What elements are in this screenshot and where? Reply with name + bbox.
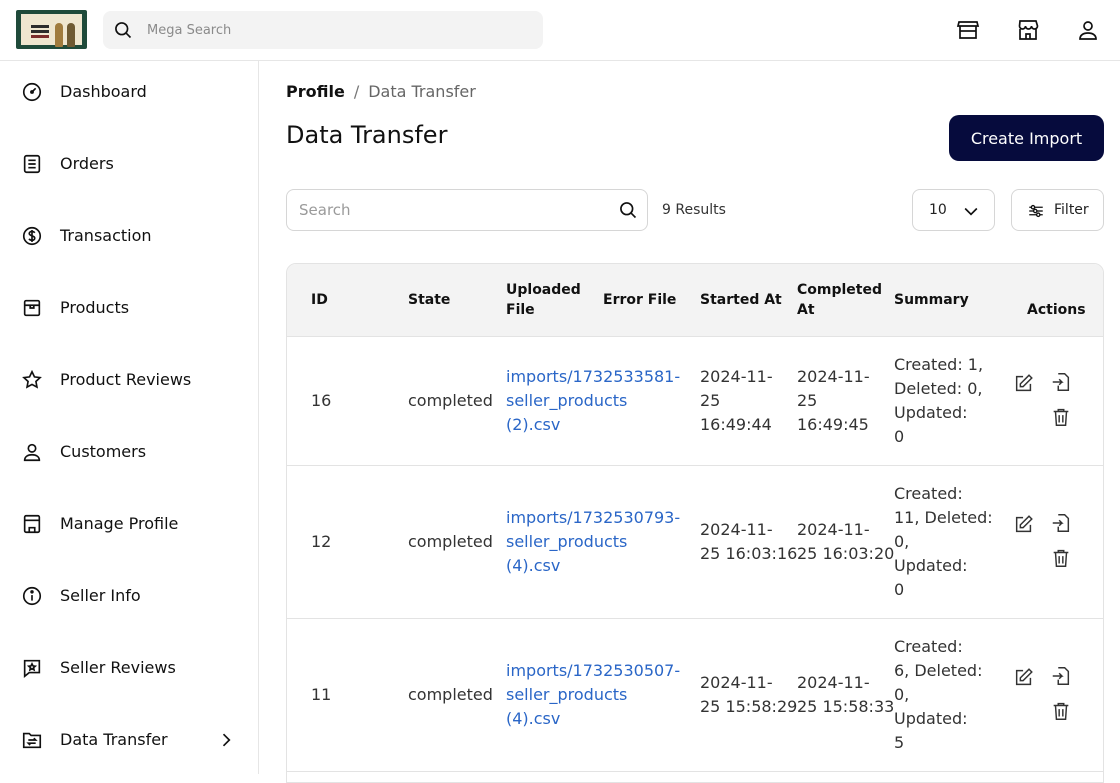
cell-id: 11 bbox=[311, 685, 332, 704]
filter-button[interactable]: Filter bbox=[1011, 189, 1104, 231]
uploaded-file-link[interactable]: imports/1732530793- seller_products (4).cs… bbox=[506, 506, 680, 578]
cell-started-at: 2024-11- 25 15:58:29 bbox=[700, 673, 798, 716]
breadcrumb-profile-link[interactable]: Profile bbox=[286, 82, 345, 101]
sidebar-item-product-reviews[interactable]: Product Reviews bbox=[0, 357, 258, 405]
sidebar-item-dashboard[interactable]: Dashboard bbox=[0, 69, 258, 117]
logo-banner bbox=[21, 14, 82, 47]
import-file-icon[interactable] bbox=[1050, 371, 1072, 393]
cell-id: 16 bbox=[311, 391, 332, 410]
column-header-uploaded-file: Uploaded File bbox=[506, 282, 581, 318]
table-row: 12 completed imports/1732530793- seller_p… bbox=[287, 466, 1103, 619]
sidebar-item-label: Seller Info bbox=[60, 586, 141, 605]
sidebar-item-label: Dashboard bbox=[60, 82, 147, 101]
breadcrumb-separator: / bbox=[353, 82, 360, 101]
store-logo[interactable] bbox=[16, 10, 87, 49]
user-icon bbox=[23, 443, 41, 462]
table-search[interactable] bbox=[286, 189, 648, 231]
chevron-down-icon bbox=[964, 207, 978, 216]
chevron-right-icon[interactable] bbox=[216, 730, 236, 750]
create-import-button[interactable]: Create Import bbox=[949, 115, 1104, 161]
trash-icon[interactable] bbox=[1050, 700, 1072, 722]
document-icon bbox=[23, 154, 41, 174]
cell-summary: Created: 1, Deleted: 0, Updated: 0 bbox=[894, 355, 984, 446]
uploaded-file-link[interactable]: imports/1732533581- seller_products (2).cs… bbox=[506, 365, 680, 437]
column-header-completed-at: Completed At bbox=[797, 282, 883, 318]
trash-icon[interactable] bbox=[1050, 547, 1072, 569]
sidebar-item-label: Customers bbox=[60, 442, 147, 461]
cell-state: completed bbox=[408, 685, 493, 704]
top-bar bbox=[0, 0, 1120, 61]
sidebar-item-products[interactable]: Products bbox=[0, 285, 258, 333]
import-file-icon[interactable] bbox=[1050, 665, 1072, 687]
cell-completed-at: 2024-11- 25 16:03:20 bbox=[797, 520, 895, 563]
data-transfer-table: ID State Uploaded File Error File Started… bbox=[286, 263, 1104, 783]
table-header: ID State Uploaded File Error File Started… bbox=[287, 264, 1103, 337]
sidebar-item-orders[interactable]: Orders bbox=[0, 141, 258, 189]
cell-started-at: 2024-11- 25 16:03:16 bbox=[700, 520, 798, 563]
search-icon bbox=[115, 22, 132, 39]
sidebar-item-label: Product Reviews bbox=[60, 370, 192, 389]
column-header-state: State bbox=[408, 292, 451, 308]
sidebar-item-label: Seller Reviews bbox=[60, 658, 176, 677]
cell-completed-at: 2024-11- 25 16:49:45 bbox=[797, 367, 870, 434]
sidebar: Dashboard Orders Transaction Products Pr… bbox=[0, 61, 259, 774]
sidebar-item-customers[interactable]: Customers bbox=[0, 429, 258, 477]
results-count: 9 Results bbox=[662, 202, 726, 218]
sidebar-item-transaction[interactable]: Transaction bbox=[0, 213, 258, 261]
cell-started-at: 2024-11- 25 16:49:44 bbox=[700, 367, 773, 434]
sliders-icon bbox=[1029, 204, 1043, 218]
breadcrumb-current: Data Transfer bbox=[368, 82, 476, 101]
sidebar-item-manage-profile[interactable]: Manage Profile bbox=[0, 501, 258, 549]
edit-icon[interactable] bbox=[1013, 372, 1035, 394]
mega-search-bar[interactable] bbox=[103, 11, 543, 49]
sidebar-item-data-transfer[interactable]: Data Transfer bbox=[0, 717, 258, 765]
per-page-value: 10 bbox=[929, 202, 947, 218]
info-icon bbox=[22, 586, 42, 606]
trash-icon[interactable] bbox=[1050, 406, 1072, 428]
transfer-icon bbox=[22, 732, 42, 749]
column-header-actions: Actions bbox=[1027, 302, 1086, 318]
per-page-select[interactable]: 10 bbox=[912, 189, 995, 231]
sidebar-item-seller-info[interactable]: Seller Info bbox=[0, 573, 258, 621]
sidebar-item-label: Transaction bbox=[60, 226, 152, 245]
breadcrumb: Profile / Data Transfer bbox=[286, 82, 476, 101]
column-header-summary: Summary bbox=[894, 292, 969, 308]
sidebar-item-label: Orders bbox=[60, 154, 114, 173]
uploaded-file-link[interactable]: imports/1732530507- seller_products (4).cs… bbox=[506, 659, 680, 731]
sidebar-item-label: Products bbox=[60, 298, 130, 317]
user-icon[interactable] bbox=[1076, 18, 1100, 42]
cell-summary: Created: 6, Deleted: 0, Updated: 5 bbox=[894, 637, 983, 752]
dollar-circle-icon bbox=[22, 226, 42, 246]
sidebar-item-seller-reviews[interactable]: Seller Reviews bbox=[0, 645, 258, 693]
store-profile-icon bbox=[23, 514, 41, 534]
page-title: Data Transfer bbox=[286, 121, 448, 149]
edit-icon[interactable] bbox=[1013, 513, 1035, 535]
import-file-icon[interactable] bbox=[1050, 512, 1072, 534]
star-icon bbox=[22, 369, 42, 389]
table-row: 16 completed imports/1732533581- seller_p… bbox=[287, 337, 1103, 466]
search-input[interactable] bbox=[299, 190, 609, 230]
cell-state: completed bbox=[408, 532, 493, 551]
column-header-id: ID bbox=[311, 292, 328, 308]
main-content: Profile / Data Transfer Data Transfer Crea… bbox=[260, 61, 1120, 783]
filter-label: Filter bbox=[1054, 202, 1089, 218]
sidebar-item-label: Manage Profile bbox=[60, 514, 179, 533]
gauge-icon bbox=[22, 82, 42, 102]
table-row: 11 completed imports/1732530507- seller_p… bbox=[287, 619, 1103, 772]
column-header-started-at: Started At bbox=[700, 292, 782, 308]
cell-id: 12 bbox=[311, 532, 332, 551]
review-chat-icon bbox=[23, 659, 41, 678]
column-header-error-file: Error File bbox=[603, 292, 677, 308]
cell-completed-at: 2024-11- 25 15:58:33 bbox=[797, 673, 895, 716]
cell-summary: Created: 11, Deleted: 0, Updated: 0 bbox=[894, 484, 993, 599]
storefront-icon[interactable] bbox=[956, 18, 980, 42]
cell-state: completed bbox=[408, 391, 493, 410]
mega-search-input[interactable] bbox=[147, 11, 527, 49]
edit-icon[interactable] bbox=[1013, 666, 1035, 688]
box-icon bbox=[23, 299, 41, 317]
shop-icon[interactable] bbox=[1016, 18, 1040, 42]
search-icon[interactable] bbox=[618, 200, 638, 220]
sidebar-item-label: Data Transfer bbox=[60, 730, 168, 749]
